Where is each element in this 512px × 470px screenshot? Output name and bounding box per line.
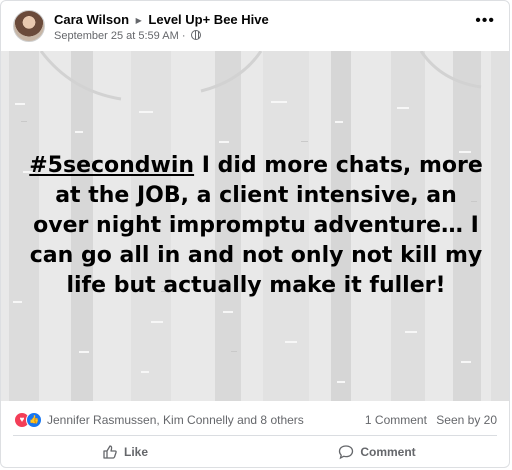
thumbs-up-icon: [103, 445, 117, 459]
author-name[interactable]: Cara Wilson: [54, 12, 129, 27]
post-image[interactable]: #5secondwin I did more chats, more at th…: [1, 51, 509, 401]
like-label: Like: [123, 445, 148, 459]
caret-right-icon: ▶: [135, 16, 142, 25]
seen-count[interactable]: Seen by 20: [436, 413, 497, 427]
reactions-bar: ♥ 👍 Jennifer Rasmussen, Kim Connelly and…: [1, 401, 509, 437]
author-avatar[interactable]: [13, 10, 45, 42]
like-button[interactable]: Like: [5, 436, 245, 467]
hashtag-link[interactable]: #5secondwin: [29, 153, 194, 178]
comment-button[interactable]: Comment: [257, 436, 497, 467]
post-timestamp[interactable]: September 25 at 5:59 AM: [54, 30, 179, 42]
more-options-button[interactable]: •••: [475, 13, 495, 29]
globe-icon: [190, 30, 201, 40]
post-meta: September 25 at 5:59 AM ·: [54, 30, 201, 42]
post-header: Cara Wilson ▶ Level Up+ Bee Hive Septemb…: [1, 1, 509, 51]
post-title-line: Cara Wilson ▶ Level Up+ Bee Hive: [54, 12, 269, 27]
comment-label: Comment: [360, 445, 416, 459]
engagement-counts: 1 Comment Seen by 20: [359, 413, 497, 427]
reaction-icons[interactable]: ♥ 👍: [14, 412, 44, 428]
image-caption: #5secondwin I did more chats, more at th…: [27, 151, 485, 301]
comment-bubble-icon: [339, 445, 354, 460]
reaction-names[interactable]: Jennifer Rasmussen, Kim Connelly and 8 o…: [47, 413, 304, 427]
meta-separator: ·: [181, 30, 186, 42]
post-card: Cara Wilson ▶ Level Up+ Bee Hive Septemb…: [0, 0, 510, 468]
like-reaction-icon: 👍: [26, 412, 42, 428]
group-name[interactable]: Level Up+ Bee Hive: [148, 12, 268, 27]
action-bar: Like Comment: [1, 436, 509, 467]
comment-count[interactable]: 1 Comment: [365, 413, 427, 427]
